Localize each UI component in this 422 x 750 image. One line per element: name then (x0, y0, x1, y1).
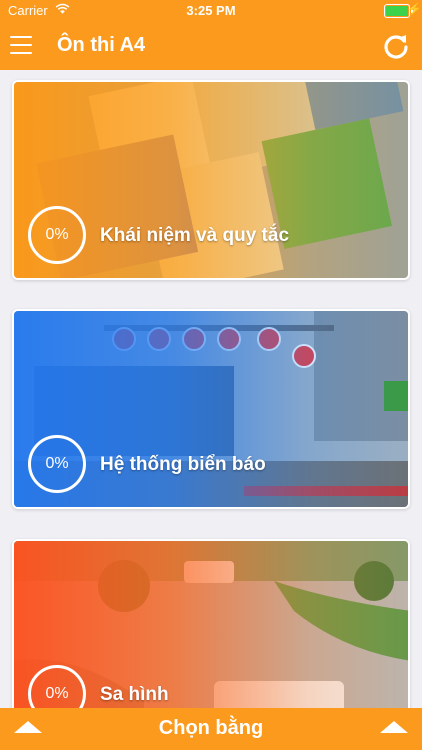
charging-icon: ⚡ (407, 2, 422, 16)
nav-bar: Ôn thi A4 (0, 22, 422, 70)
progress-circle: 0% (28, 435, 86, 493)
topic-card-signs[interactable]: 0% Hệ thống biển báo (12, 309, 410, 509)
topic-card-driving[interactable]: 0% Sa hình (12, 539, 410, 710)
status-time: 3:25 PM (186, 3, 236, 18)
refresh-icon[interactable] (382, 32, 410, 60)
menu-icon[interactable] (10, 36, 32, 54)
choose-license-label[interactable]: Chọn bằng (0, 717, 422, 740)
page-title: Ôn thi A4 (57, 34, 146, 56)
license-selector-bar[interactable]: Chọn bằng (0, 708, 422, 750)
topic-title: Khái niệm và quy tắc (100, 225, 290, 246)
topic-card-rules[interactable]: 0% Khái niệm và quy tắc (12, 80, 410, 280)
topic-title: Sa hình (100, 684, 169, 705)
arrow-up-icon[interactable] (380, 721, 408, 733)
progress-circle: 0% (28, 206, 86, 264)
topic-title: Hệ thống biển báo (100, 454, 266, 475)
status-bar: Carrier 3:25 PM ⚡ (0, 0, 422, 22)
topic-list: 0% Khái niệm và quy tắc 0% Hệ thống biển… (0, 70, 422, 710)
